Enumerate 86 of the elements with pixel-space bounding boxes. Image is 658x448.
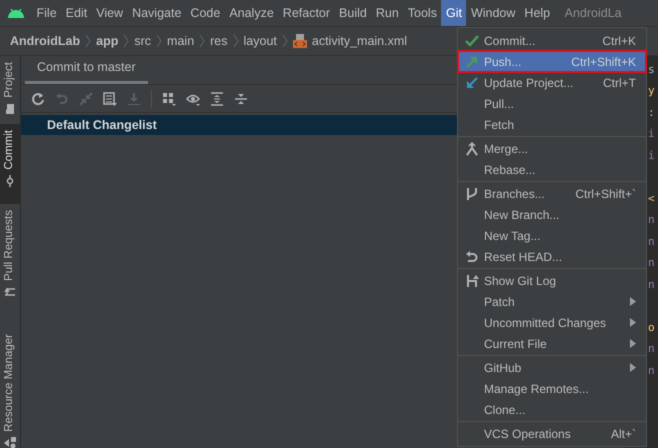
menu-item[interactable]: New Tag... bbox=[458, 225, 646, 246]
shortcut-label: Ctrl+K bbox=[602, 32, 636, 50]
code-text: : bbox=[648, 104, 655, 120]
code-text: n bbox=[648, 212, 655, 228]
chevron-icon bbox=[282, 34, 288, 48]
code-text: n bbox=[648, 234, 655, 250]
shortcut-label: Alt+` bbox=[610, 426, 636, 442]
list-icon[interactable] bbox=[103, 92, 117, 106]
code-text: n bbox=[648, 255, 655, 271]
menu-item[interactable]: Push... Ctrl+Shift+K bbox=[458, 51, 646, 72]
chevron-icon bbox=[123, 34, 130, 48]
shortcut-label: Ctrl+Shift+K bbox=[571, 54, 636, 70]
menu-item[interactable]: New Branch... bbox=[458, 204, 646, 225]
tool-window-button[interactable]: Resource Manager bbox=[0, 328, 20, 448]
menu-item[interactable]: Commit... Ctrl+K bbox=[458, 30, 646, 51]
breadcrumb-item[interactable]: layout bbox=[244, 32, 277, 50]
arrow-down-left-icon bbox=[465, 76, 479, 90]
tool-window-button[interactable]: Project bbox=[0, 56, 20, 124]
menu-item[interactable]: Patch bbox=[458, 291, 646, 312]
breadcrumb-item[interactable]: AndroidLab bbox=[10, 32, 80, 50]
menu-item[interactable]: Run bbox=[371, 0, 404, 26]
menu-item[interactable]: Analyze bbox=[224, 0, 278, 26]
menu-item[interactable]: Help bbox=[520, 0, 555, 26]
folder-icon bbox=[4, 102, 16, 115]
menu-item[interactable]: View bbox=[92, 0, 128, 26]
code-text: n bbox=[648, 341, 655, 357]
commit-icon bbox=[4, 174, 16, 187]
code-text: i bbox=[648, 126, 655, 142]
expand-all-icon[interactable] bbox=[210, 92, 224, 106]
git-log-icon bbox=[465, 274, 479, 288]
xml-file-icon bbox=[292, 34, 307, 48]
code-text: i bbox=[648, 148, 655, 164]
shortcut-label: Ctrl+Shift+` bbox=[575, 186, 636, 202]
tool-window-button[interactable]: Commit bbox=[0, 124, 20, 204]
collapse-all-icon[interactable] bbox=[234, 92, 248, 106]
menu-item[interactable]: Show Git Log bbox=[458, 270, 646, 291]
code-text: y bbox=[648, 83, 655, 99]
menu-item[interactable]: Uncommitted Changes bbox=[458, 312, 646, 333]
breadcrumb-item[interactable]: res bbox=[210, 32, 228, 50]
android-logo-icon bbox=[7, 7, 25, 19]
code-text: n bbox=[648, 276, 655, 292]
menu-item[interactable]: Refactor bbox=[278, 0, 335, 26]
menu-item[interactable]: Reset HEAD... bbox=[458, 246, 646, 267]
menu-item[interactable]: Edit bbox=[61, 0, 92, 26]
tool-window-button[interactable]: Pull Requests bbox=[0, 204, 20, 299]
chevron-icon bbox=[199, 34, 206, 48]
menu-item[interactable]: Window bbox=[466, 0, 520, 26]
menu-item[interactable]: GitHub bbox=[458, 357, 646, 378]
menu-item[interactable]: Manage Remotes... bbox=[458, 378, 646, 399]
chevron-icon bbox=[156, 34, 162, 48]
menu-item[interactable]: VCS Operations Alt+` bbox=[458, 423, 646, 444]
check-icon bbox=[465, 34, 479, 48]
menu-item[interactable]: Pull... bbox=[458, 93, 646, 114]
menu-item[interactable]: File bbox=[32, 0, 62, 26]
menu-item[interactable]: Code bbox=[186, 0, 225, 26]
refresh-icon[interactable] bbox=[31, 92, 45, 106]
chevron-icon bbox=[85, 34, 92, 48]
menu-item[interactable]: Build bbox=[334, 0, 372, 26]
menu-item[interactable]: Git bbox=[441, 0, 466, 26]
menu-item[interactable]: Update Project... Ctrl+T bbox=[458, 72, 646, 93]
code-text: < bbox=[648, 190, 655, 206]
menu-item[interactable]: Tools bbox=[403, 0, 442, 26]
breadcrumb-item[interactable]: app bbox=[96, 32, 118, 50]
undo-icon bbox=[465, 250, 479, 264]
breadcrumb-item[interactable]: main bbox=[167, 32, 194, 50]
code-text: s bbox=[648, 62, 655, 78]
merge-icon bbox=[465, 142, 479, 156]
chevron-icon bbox=[232, 34, 239, 48]
arrow-up-right-icon bbox=[465, 54, 479, 68]
shapes-icon bbox=[4, 436, 16, 448]
branch-icon bbox=[465, 186, 479, 200]
shortcut-label: Ctrl+T bbox=[603, 74, 636, 92]
menu-item[interactable]: Clone... bbox=[458, 399, 646, 420]
code-text: o bbox=[648, 320, 655, 336]
panel-tab[interactable]: Commit to master bbox=[25, 58, 148, 84]
menu-item[interactable]: Branches... Ctrl+Shift+` bbox=[458, 183, 646, 204]
menu-item[interactable]: Navigate bbox=[128, 0, 186, 26]
menu-item[interactable]: Merge... bbox=[458, 138, 646, 159]
code-text: n bbox=[648, 362, 655, 378]
menu-item[interactable]: Rebase... bbox=[458, 159, 646, 180]
menu-item[interactable]: Current File bbox=[458, 333, 646, 354]
breadcrumb-item[interactable]: src bbox=[134, 32, 152, 50]
breadcrumb-item[interactable]: activity_main.xml bbox=[312, 32, 408, 50]
pull-request-icon bbox=[4, 286, 16, 298]
window-title: AndroidLa bbox=[564, 4, 622, 22]
grid-icon[interactable] bbox=[162, 92, 176, 106]
